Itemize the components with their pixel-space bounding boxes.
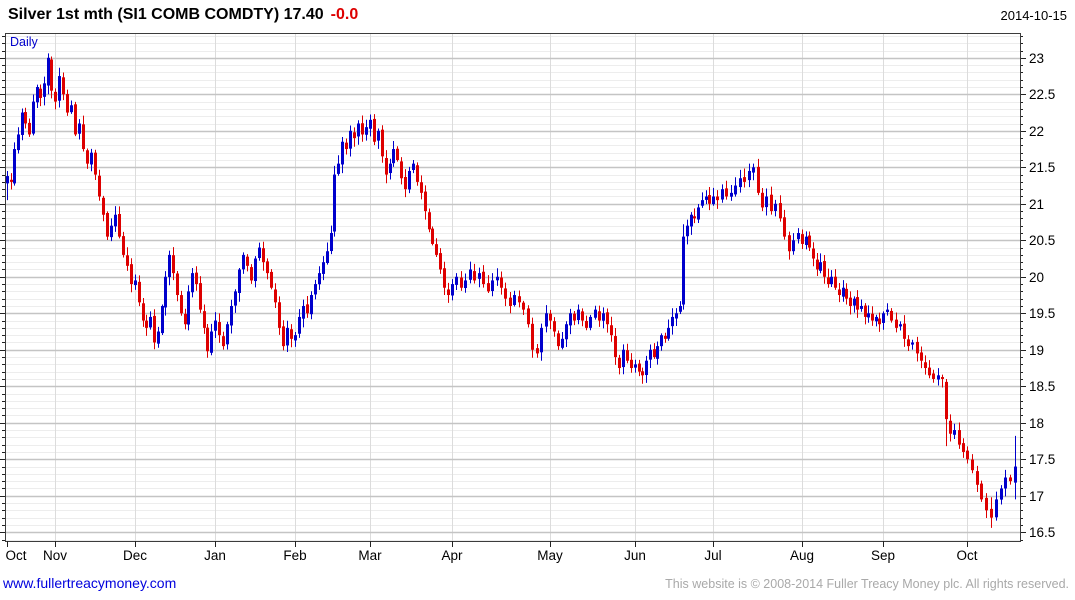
svg-text:Jun: Jun [624, 548, 646, 563]
copyright-text: This website is © 2008-2014 Fuller Treac… [665, 577, 1069, 591]
svg-text:17: 17 [1029, 489, 1044, 504]
svg-text:Nov: Nov [43, 548, 67, 563]
chart-window: Silver 1st mth (SI1 COMB COMDTY) 17.40 -0… [0, 0, 1075, 600]
svg-text:Mar: Mar [358, 548, 382, 563]
svg-text:22.5: 22.5 [1029, 87, 1055, 102]
svg-text:23: 23 [1029, 51, 1044, 66]
svg-text:Oct: Oct [956, 548, 977, 563]
website-link[interactable]: www.fullertreacymoney.com [3, 575, 176, 591]
svg-text:21.5: 21.5 [1029, 160, 1055, 175]
svg-text:18.5: 18.5 [1029, 379, 1055, 394]
svg-text:21: 21 [1029, 197, 1044, 212]
svg-text:17.5: 17.5 [1029, 452, 1055, 467]
svg-text:22: 22 [1029, 124, 1044, 139]
svg-text:19.5: 19.5 [1029, 306, 1055, 321]
svg-text:Jul: Jul [704, 548, 721, 563]
svg-text:Sep: Sep [871, 548, 895, 563]
svg-text:Oct: Oct [5, 548, 26, 563]
frequency-label: Daily [10, 35, 38, 49]
svg-text:Jan: Jan [204, 548, 226, 563]
svg-text:16.5: 16.5 [1029, 525, 1055, 540]
svg-text:May: May [537, 548, 563, 563]
svg-text:18: 18 [1029, 416, 1044, 431]
candlestick-chart: 16.5 17 17.5 18 18.5 19 19.5 20 20.5 21 21.5 22 22.5… [0, 33, 1055, 563]
svg-text:Dec: Dec [123, 548, 147, 563]
svg-text:20.5: 20.5 [1029, 233, 1055, 248]
svg-text:20: 20 [1029, 270, 1044, 285]
svg-text:Aug: Aug [790, 548, 814, 563]
svg-text:19: 19 [1029, 343, 1044, 358]
svg-text:Feb: Feb [283, 548, 306, 563]
svg-text:Apr: Apr [441, 548, 463, 563]
